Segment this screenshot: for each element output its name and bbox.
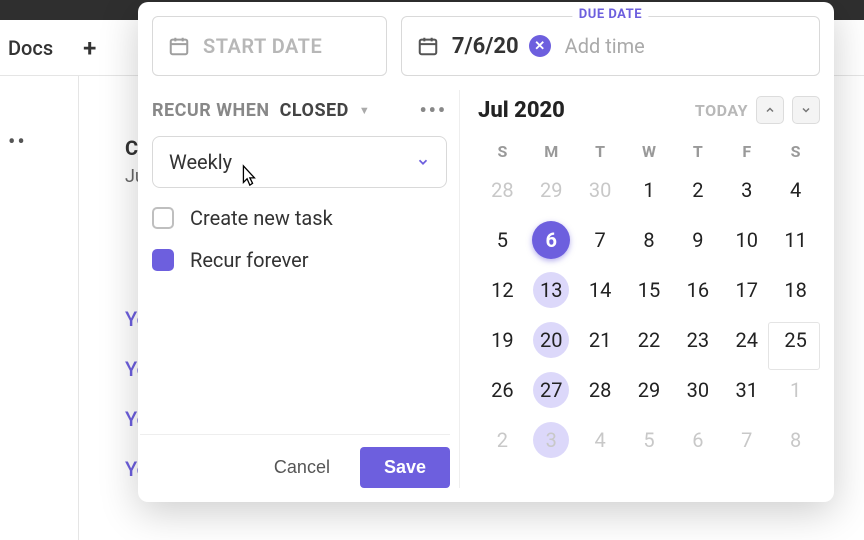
- calendar-day[interactable]: 19: [478, 317, 527, 363]
- calendar-panel: Jul 2020 TODAY SMTWTFS 28293012345678910…: [460, 90, 820, 488]
- calendar-day[interactable]: 17: [722, 267, 771, 313]
- calendar-day[interactable]: 6: [527, 217, 576, 263]
- calendar-day[interactable]: 15: [625, 267, 674, 313]
- checkbox-icon[interactable]: [152, 207, 174, 229]
- weekday-header: SMTWTFS: [478, 136, 820, 167]
- calendar-day[interactable]: 28: [576, 367, 625, 413]
- calendar-day[interactable]: 16: [673, 267, 722, 313]
- weekday-label: W: [625, 136, 674, 167]
- due-date-value: 7/6/20: [452, 34, 519, 59]
- calendar-day[interactable]: 27: [527, 367, 576, 413]
- calendar-day[interactable]: 8: [625, 217, 674, 263]
- due-date-label: DUE DATE: [573, 7, 648, 22]
- recur-value: CLOSED: [280, 100, 349, 121]
- add-icon[interactable]: +: [83, 34, 96, 62]
- calendar-day[interactable]: 28: [478, 167, 527, 213]
- calendar-day[interactable]: 9: [673, 217, 722, 263]
- clear-due-date-icon[interactable]: ✕: [529, 35, 551, 57]
- calendar-month-title: Jul 2020: [478, 98, 565, 123]
- calendar-day[interactable]: 4: [576, 417, 625, 463]
- calendar-day[interactable]: 2: [478, 417, 527, 463]
- recur-label: RECUR WHEN: [152, 100, 270, 121]
- weekday-label: T: [576, 136, 625, 167]
- calendar-day[interactable]: 24: [722, 317, 771, 363]
- calendar-icon: [416, 34, 440, 58]
- calendar-day[interactable]: 3: [722, 167, 771, 213]
- weekday-label: F: [722, 136, 771, 167]
- calendar-day[interactable]: 12: [478, 267, 527, 313]
- calendar-day[interactable]: 29: [527, 167, 576, 213]
- calendar-day[interactable]: 23: [673, 317, 722, 363]
- toolbar-docs[interactable]: Docs: [8, 36, 53, 60]
- cancel-button[interactable]: Cancel: [256, 447, 348, 488]
- date-picker-modal: START DATE DUE DATE 7/6/20 ✕ Add time RE…: [138, 2, 834, 502]
- calendar-day[interactable]: 30: [576, 167, 625, 213]
- save-button[interactable]: Save: [360, 447, 450, 488]
- weekday-label: T: [673, 136, 722, 167]
- add-time-link[interactable]: Add time: [565, 34, 645, 58]
- recur-panel: RECUR WHEN CLOSED ▼ ••• Weekly Create n: [152, 90, 460, 488]
- calendar-day[interactable]: 18: [771, 267, 820, 313]
- calendar-day[interactable]: 7: [576, 217, 625, 263]
- calendar-day[interactable]: 13: [527, 267, 576, 313]
- calendar-day[interactable]: 8: [771, 417, 820, 463]
- chevron-down-icon: ▼: [359, 104, 370, 117]
- calendar-day[interactable]: 1: [771, 367, 820, 413]
- calendar-day[interactable]: 2: [673, 167, 722, 213]
- calendar-day[interactable]: 11: [771, 217, 820, 263]
- calendar-day[interactable]: 3: [527, 417, 576, 463]
- chevron-down-icon: [416, 150, 430, 174]
- checkbox-checked-icon[interactable]: [152, 249, 174, 271]
- frequency-label: Weekly: [169, 150, 232, 174]
- calendar-day[interactable]: 6: [673, 417, 722, 463]
- recur-when-selector[interactable]: RECUR WHEN CLOSED ▼ •••: [152, 98, 447, 122]
- next-month-button[interactable]: [792, 96, 820, 124]
- start-date-field[interactable]: START DATE: [152, 16, 387, 76]
- calendar-day[interactable]: 29: [625, 367, 674, 413]
- due-date-field[interactable]: DUE DATE 7/6/20 ✕ Add time: [401, 16, 820, 76]
- prev-month-button[interactable]: [756, 96, 784, 124]
- calendar-day[interactable]: 31: [722, 367, 771, 413]
- calendar-day[interactable]: 14: [576, 267, 625, 313]
- calendar-day[interactable]: 5: [478, 217, 527, 263]
- calendar-day[interactable]: 7: [722, 417, 771, 463]
- calendar-grid: 2829301234567891011121314151617181920212…: [478, 167, 820, 463]
- calendar-day[interactable]: 22: [625, 317, 674, 363]
- create-new-task-option[interactable]: Create new task: [152, 206, 447, 230]
- cursor-icon: [237, 163, 259, 194]
- frequency-dropdown[interactable]: Weekly: [152, 136, 447, 188]
- calendar-day[interactable]: 4: [771, 167, 820, 213]
- calendar-icon: [167, 34, 191, 58]
- calendar-day[interactable]: 25: [771, 317, 820, 363]
- calendar-day[interactable]: 26: [478, 367, 527, 413]
- more-options-icon[interactable]: •••: [419, 98, 447, 122]
- create-new-label: Create new task: [190, 206, 333, 230]
- calendar-day[interactable]: 20: [527, 317, 576, 363]
- weekday-label: S: [771, 136, 820, 167]
- calendar-day[interactable]: 5: [625, 417, 674, 463]
- recur-forever-option[interactable]: Recur forever: [152, 248, 447, 272]
- calendar-day[interactable]: 10: [722, 217, 771, 263]
- modal-footer: Cancel Save: [140, 434, 450, 488]
- weekday-label: S: [478, 136, 527, 167]
- calendar-day[interactable]: 1: [625, 167, 674, 213]
- weekday-label: M: [527, 136, 576, 167]
- recur-forever-label: Recur forever: [190, 248, 309, 272]
- calendar-day[interactable]: 21: [576, 317, 625, 363]
- calendar-day[interactable]: 30: [673, 367, 722, 413]
- start-date-placeholder: START DATE: [203, 34, 322, 58]
- today-button[interactable]: TODAY: [695, 101, 748, 120]
